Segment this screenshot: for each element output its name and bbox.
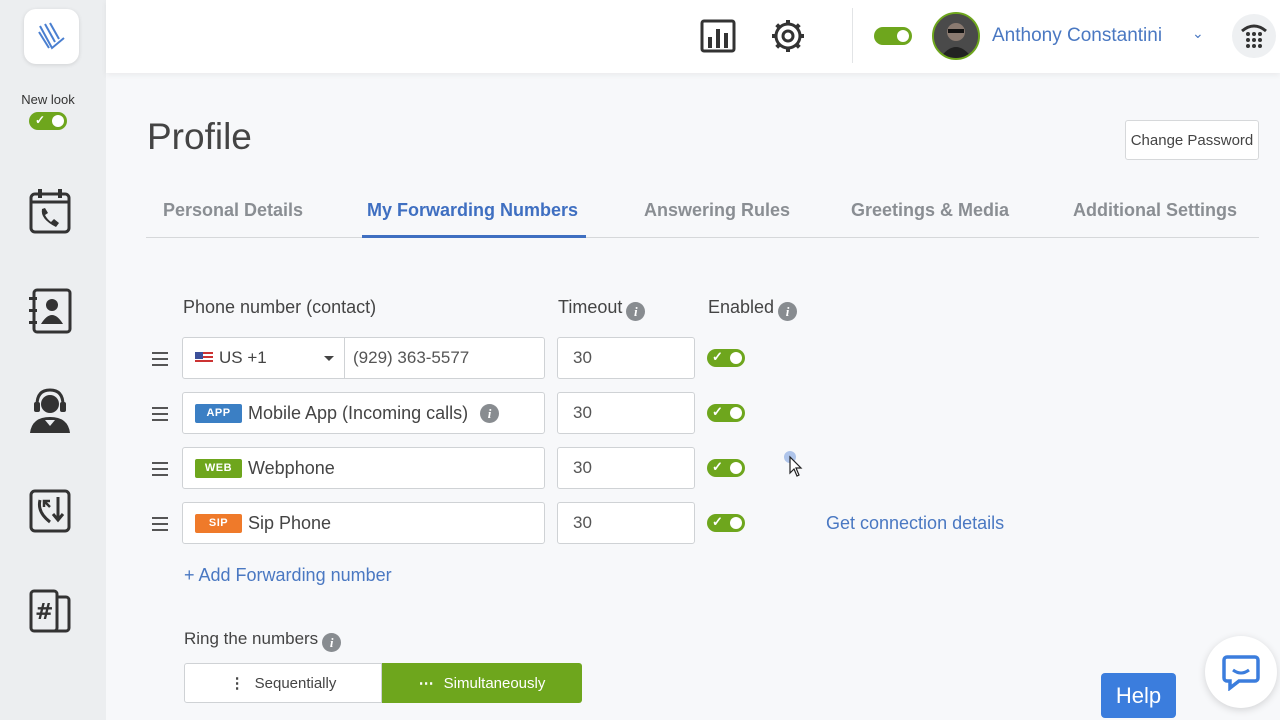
- timeout-input[interactable]: 30: [557, 337, 695, 379]
- timeout-input[interactable]: 30: [557, 447, 695, 489]
- enabled-toggle[interactable]: ✓: [707, 404, 745, 422]
- new-look-toggle[interactable]: ✓: [29, 112, 67, 130]
- timeout-input[interactable]: 30: [557, 502, 695, 544]
- tab-my-forwarding-numbers[interactable]: My Forwarding Numbers: [367, 200, 578, 221]
- timeout-input[interactable]: 30: [557, 392, 695, 434]
- app-logo[interactable]: [24, 9, 79, 64]
- webphone-label: Webphone: [248, 457, 335, 478]
- enabled-toggle[interactable]: ✓: [707, 514, 745, 532]
- tab-additional-settings[interactable]: Additional Settings: [1073, 200, 1237, 221]
- chevron-down-icon[interactable]: ⌄: [1192, 25, 1204, 42]
- drag-handle-icon[interactable]: [152, 517, 168, 531]
- phone-number-field: US +1 (929) 363-5577: [182, 337, 545, 379]
- sidebar-item-numbers[interactable]: #: [25, 586, 75, 636]
- dialpad-button[interactable]: [1232, 14, 1276, 58]
- chat-button[interactable]: [1205, 636, 1277, 708]
- info-icon[interactable]: i: [626, 302, 646, 321]
- contacts-book-icon: [29, 288, 72, 334]
- drag-handle-icon[interactable]: [152, 352, 168, 366]
- gear-icon: [772, 20, 804, 52]
- sidebar-item-calls[interactable]: [25, 186, 75, 236]
- sip-badge: SIP: [195, 513, 242, 533]
- mouse-cursor-icon: [784, 451, 804, 484]
- ring-simultaneously-button[interactable]: ⋯ Simultaneously: [382, 663, 582, 703]
- tab-personal-details[interactable]: Personal Details: [163, 200, 303, 221]
- sidebar-item-agent[interactable]: [25, 386, 75, 436]
- sip-phone-label: Sip Phone: [248, 512, 332, 533]
- sidebar: New look ✓ #: [0, 0, 106, 720]
- ring-numbers-label: Ring the numbers i: [184, 629, 342, 652]
- web-badge: WEB: [195, 458, 242, 478]
- profile-tabs: Personal Details My Forwarding Numbers A…: [146, 190, 1259, 238]
- enabled-toggle[interactable]: ✓: [707, 349, 745, 367]
- horizontal-dots-icon: ⋯: [418, 675, 434, 692]
- mobile-app-field: APP Mobile App (Incoming calls) i: [182, 392, 545, 434]
- settings-button[interactable]: [770, 18, 806, 54]
- help-button[interactable]: Help: [1101, 673, 1176, 718]
- agent-headset-icon: [30, 388, 70, 433]
- drag-handle-icon[interactable]: [152, 462, 168, 476]
- enabled-toggle[interactable]: ✓: [707, 459, 745, 477]
- tab-greetings-media[interactable]: Greetings & Media: [851, 200, 1009, 221]
- call-routing-icon: [29, 489, 71, 533]
- info-icon[interactable]: i: [778, 302, 798, 321]
- us-flag-icon: [195, 352, 213, 364]
- calendar-phone-icon: [29, 189, 71, 234]
- page-title: Profile: [147, 116, 252, 157]
- add-forwarding-number-link[interactable]: + Add Forwarding number: [184, 565, 392, 586]
- numbers-phone-icon: #: [29, 589, 71, 633]
- sidebar-item-contacts[interactable]: [25, 286, 75, 336]
- app-badge: APP: [195, 403, 242, 423]
- tab-answering-rules[interactable]: Answering Rules: [644, 200, 790, 221]
- mobile-app-label: Mobile App (Incoming calls): [248, 402, 469, 423]
- phone-column-header: Phone number (contact): [183, 297, 377, 317]
- get-connection-details-link[interactable]: Get connection details: [826, 513, 1004, 534]
- bar-chart-icon: [700, 19, 736, 53]
- change-password-button[interactable]: Change Password: [1125, 120, 1259, 160]
- check-icon: ✓: [35, 113, 46, 127]
- status-toggle[interactable]: [874, 27, 912, 45]
- user-name[interactable]: Anthony Constantini: [992, 25, 1162, 47]
- dialpad-icon: [1241, 24, 1267, 48]
- vertical-dots-icon: ⋮: [229, 675, 245, 692]
- svg-text:#: #: [35, 600, 53, 625]
- webphone-field: WEB Webphone: [182, 447, 545, 489]
- sip-phone-field: SIP Sip Phone: [182, 502, 545, 544]
- header-divider: [852, 8, 853, 63]
- active-tab-indicator: [362, 235, 586, 238]
- chat-bubble-icon: [1222, 655, 1260, 691]
- timeout-column-header: Timeout i: [558, 297, 646, 321]
- enabled-column-header: Enabled i: [708, 297, 798, 321]
- info-icon[interactable]: i: [322, 633, 342, 652]
- phone-number-input[interactable]: (929) 363-5577: [345, 348, 469, 368]
- caret-down-icon: [324, 356, 334, 361]
- analytics-button[interactable]: [700, 18, 736, 54]
- sidebar-item-routing[interactable]: [25, 486, 75, 536]
- country-code-select[interactable]: US +1: [183, 338, 345, 378]
- user-photo-icon: [934, 14, 978, 58]
- drag-handle-icon[interactable]: [152, 407, 168, 421]
- info-icon[interactable]: i: [480, 403, 500, 423]
- ring-sequentially-button[interactable]: ⋮ Sequentially: [184, 663, 382, 703]
- new-look-label: New look: [21, 92, 75, 107]
- top-header: Anthony Constantini ⌄: [106, 0, 1280, 73]
- logo-icon: [37, 22, 65, 50]
- avatar[interactable]: [932, 12, 980, 60]
